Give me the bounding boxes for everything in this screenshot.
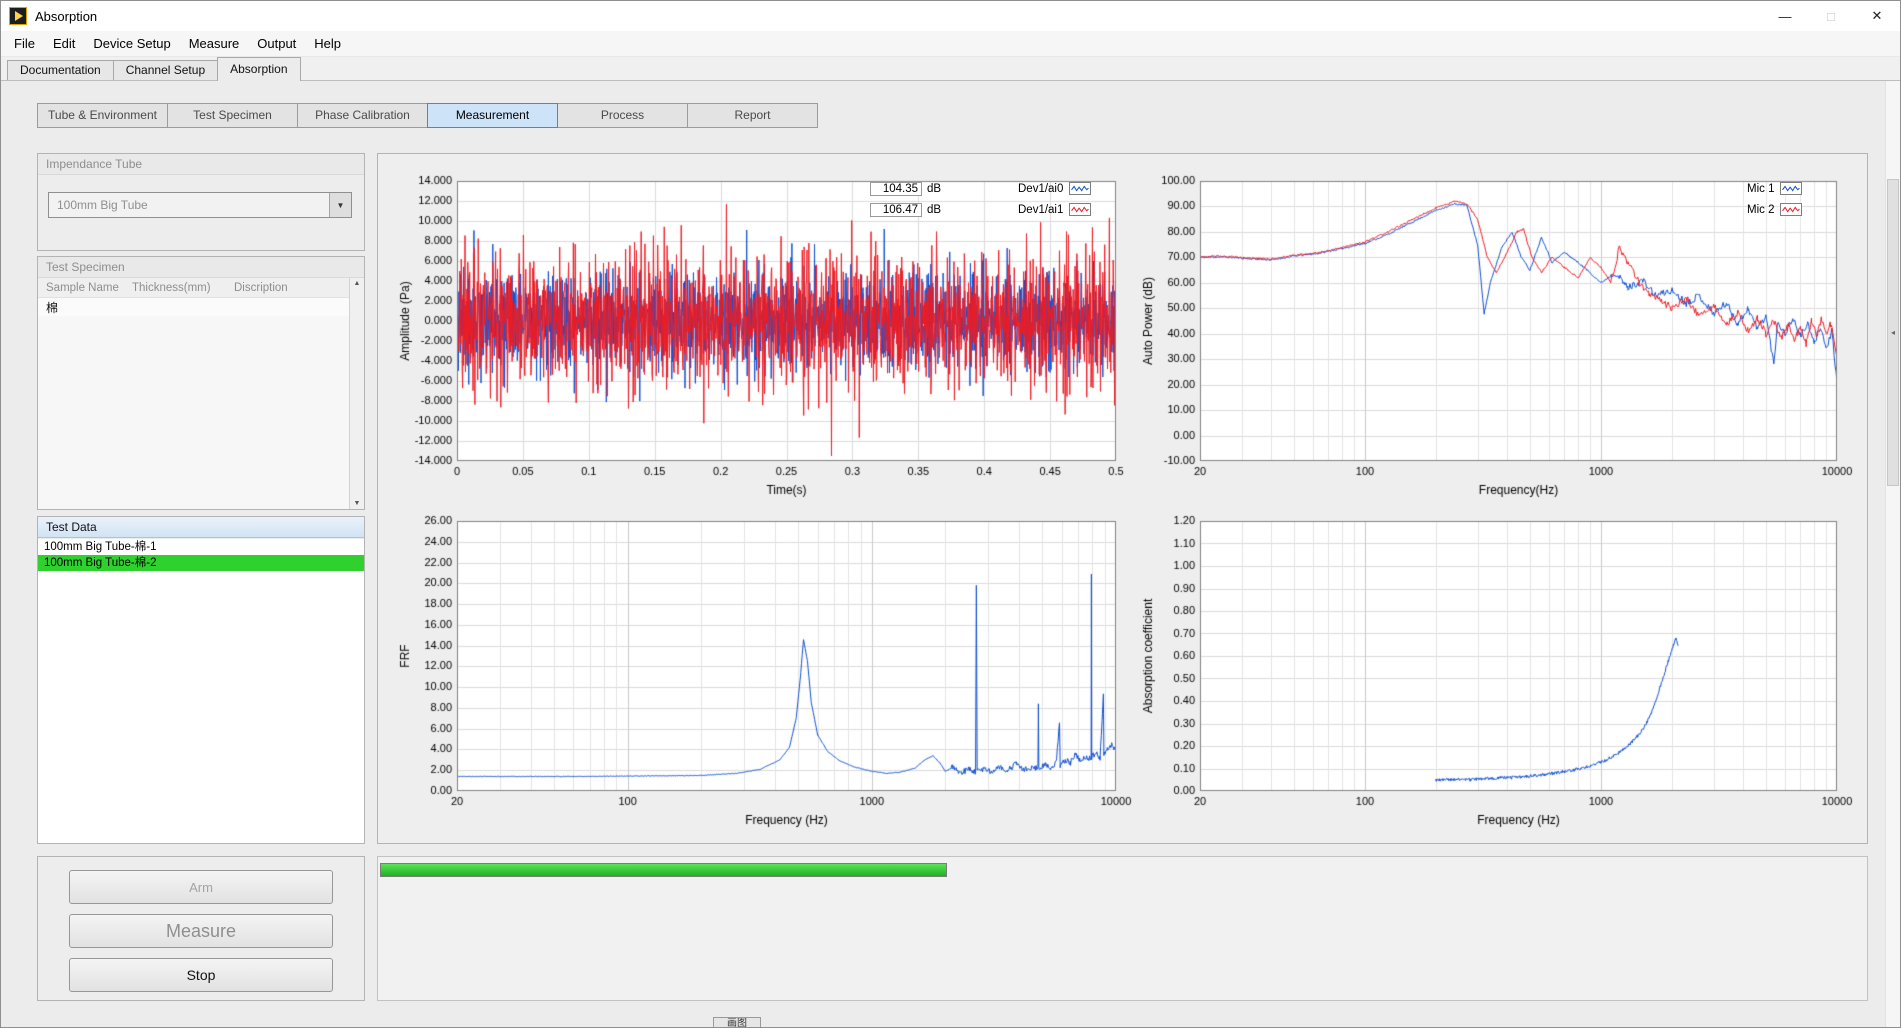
progress-fill — [381, 864, 946, 876]
level-value-ai1: 106.47 — [870, 203, 922, 217]
scroll-up-icon[interactable]: ▲ — [354, 280, 361, 287]
chevron-down-icon[interactable]: ▼ — [329, 193, 351, 217]
test-specimen-label: Test Specimen — [38, 257, 364, 278]
impedance-tube-label: Impendance Tube — [38, 154, 364, 175]
menu-measure[interactable]: Measure — [180, 32, 249, 55]
waveform-icon-blue — [1069, 182, 1091, 195]
time-waveform-chart: 104.35 dB 106.47 dB Dev1/ai0 Dev1/ai1 — [392, 167, 1132, 507]
waveform-icon-blue — [1780, 182, 1802, 195]
absorption-coefficient-chart — [1135, 509, 1855, 839]
tab-documentation[interactable]: Documentation — [7, 60, 114, 80]
list-item-selected[interactable]: 100mm Big Tube-棉-2 — [38, 555, 364, 571]
maximize-button[interactable]: □ — [1808, 1, 1854, 31]
charts-panel: 104.35 dB 106.47 dB Dev1/ai0 Dev1/ai1 — [377, 153, 1868, 844]
level-value-ai0: 104.35 — [870, 182, 922, 196]
tab-channel-setup[interactable]: Channel Setup — [113, 60, 218, 80]
legend-label: Dev1/ai1 — [1018, 204, 1063, 216]
level-readouts: 104.35 dB 106.47 dB — [870, 179, 941, 221]
sub-tab-bar: Tube & Environment Test Specimen Phase C… — [37, 103, 818, 128]
specimen-table-scrollbar[interactable]: ▲ ▼ — [349, 278, 364, 509]
test-specimen-group: Test Specimen Sample Name Thickness(mm) … — [37, 256, 365, 510]
scroll-down-icon[interactable]: ▼ — [354, 500, 361, 507]
tab-absorption[interactable]: Absorption — [217, 57, 300, 81]
column-sample-name: Sample Name — [46, 282, 132, 294]
progress-bar — [380, 863, 947, 877]
app-icon — [9, 7, 27, 25]
measure-button[interactable]: Measure — [69, 914, 333, 948]
column-discription: Discription — [234, 282, 364, 294]
level-readout-ai0: 104.35 dB — [870, 179, 941, 198]
column-thickness: Thickness(mm) — [132, 282, 234, 294]
level-readout-ai1: 106.47 dB — [870, 200, 941, 219]
impedance-tube-select[interactable]: 100mm Big Tube ▼ — [48, 192, 352, 218]
frf-chart — [392, 509, 1132, 839]
impedance-tube-value: 100mm Big Tube — [49, 198, 329, 212]
window-controls: — □ ✕ — [1762, 1, 1900, 31]
level-unit-ai0: dB — [927, 183, 941, 195]
test-data-group: Test Data 100mm Big Tube-棉-1 100mm Big T… — [37, 516, 365, 844]
waveform-icon-red — [1069, 203, 1091, 216]
subtab-test-specimen[interactable]: Test Specimen — [167, 103, 298, 128]
time-chart-legend: Dev1/ai0 Dev1/ai1 — [1018, 179, 1091, 221]
test-data-list: 100mm Big Tube-棉-1 100mm Big Tube-棉-2 — [38, 539, 364, 843]
legend-item-mic2[interactable]: Mic 2 — [1747, 200, 1802, 219]
level-unit-ai1: dB — [927, 204, 941, 216]
auto-power-legend: Mic 1 Mic 2 — [1747, 179, 1802, 221]
absorption-page: Tube & Environment Test Specimen Phase C… — [1, 81, 1900, 1028]
minimize-button[interactable]: — — [1762, 1, 1808, 31]
subtab-measurement[interactable]: Measurement — [427, 103, 558, 128]
table-row[interactable]: 棉 — [38, 298, 364, 316]
menu-bar: File Edit Device Setup Measure Output He… — [1, 31, 1900, 57]
title-bar: Absorption — □ ✕ — [1, 1, 1900, 31]
impedance-tube-group: Impendance Tube 100mm Big Tube ▼ — [37, 153, 365, 251]
menu-edit[interactable]: Edit — [44, 32, 84, 55]
list-item[interactable]: 100mm Big Tube-棉-1 — [38, 539, 364, 555]
legend-label: Dev1/ai0 — [1018, 183, 1063, 195]
test-data-label: Test Data — [38, 517, 364, 538]
arm-button[interactable]: Arm — [69, 870, 333, 904]
legend-item-mic1[interactable]: Mic 1 — [1747, 179, 1802, 198]
menu-device-setup[interactable]: Device Setup — [84, 32, 179, 55]
subtab-process[interactable]: Process — [557, 103, 688, 128]
bottom-tab-fragment[interactable]: 画图 — [713, 1017, 761, 1028]
stop-button[interactable]: Stop — [69, 958, 333, 992]
waveform-icon-red — [1780, 203, 1802, 216]
window-title: Absorption — [35, 9, 97, 24]
legend-item-dev1-ai0[interactable]: Dev1/ai0 — [1018, 179, 1091, 198]
legend-item-dev1-ai1[interactable]: Dev1/ai1 — [1018, 200, 1091, 219]
cell-sample-name: 棉 — [46, 299, 132, 316]
legend-label: Mic 2 — [1747, 204, 1774, 216]
menu-help[interactable]: Help — [305, 32, 350, 55]
vertical-scrollbar[interactable]: ◂ — [1885, 81, 1900, 1028]
legend-label: Mic 1 — [1747, 183, 1774, 195]
action-panel: Arm Measure Stop — [37, 856, 365, 1001]
auto-power-chart: Mic 1 Mic 2 — [1135, 167, 1855, 507]
menu-output[interactable]: Output — [248, 32, 305, 55]
subtab-tube-environment[interactable]: Tube & Environment — [37, 103, 168, 128]
frf-canvas — [392, 509, 1132, 839]
menu-file[interactable]: File — [5, 32, 44, 55]
collapse-arrow-icon: ◂ — [1891, 328, 1895, 337]
status-panel — [377, 856, 1868, 1001]
absorption-coefficient-canvas — [1135, 509, 1855, 839]
main-tab-strip: Documentation Channel Setup Absorption — [1, 57, 1900, 81]
app-window: Absorption — □ ✕ File Edit Device Setup … — [0, 0, 1901, 1028]
subtab-report[interactable]: Report — [687, 103, 818, 128]
subtab-phase-calibration[interactable]: Phase Calibration — [297, 103, 428, 128]
specimen-table-header: Sample Name Thickness(mm) Discription — [38, 278, 364, 298]
scrollbar-thumb[interactable]: ◂ — [1887, 179, 1899, 486]
specimen-table: Sample Name Thickness(mm) Discription 棉 … — [38, 278, 364, 509]
labview-arrow-icon — [15, 11, 23, 21]
close-button[interactable]: ✕ — [1854, 1, 1900, 31]
